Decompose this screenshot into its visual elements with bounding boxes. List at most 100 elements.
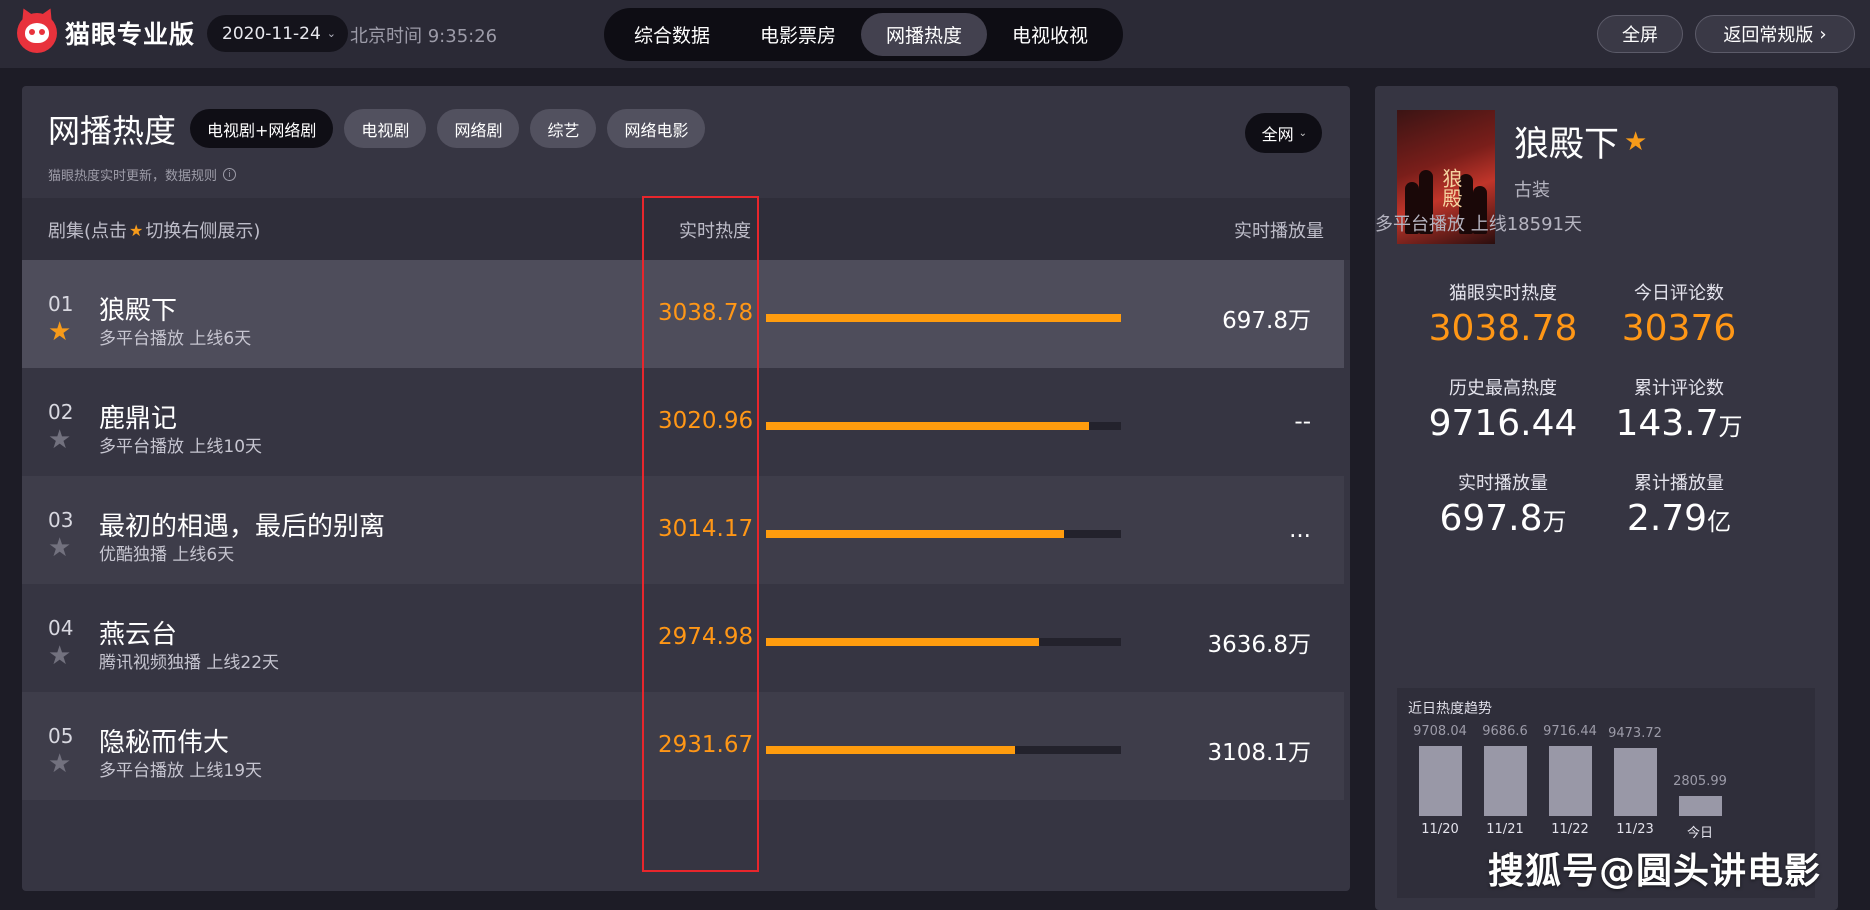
trend-bar[interactable]: [1419, 746, 1462, 816]
nav-tab-4[interactable]: 电视收视: [987, 13, 1113, 56]
col-show: 剧集(点击 ★ 切换右侧展示): [48, 217, 260, 243]
star-icon[interactable]: ★: [48, 751, 71, 777]
stat-value: 697.8万: [1403, 499, 1603, 539]
scope-value: 全网: [1261, 125, 1294, 144]
nav-tab-1[interactable]: 综合数据: [609, 13, 735, 56]
col-plays[interactable]: 实时播放量: [1234, 217, 1324, 243]
star-icon[interactable]: ★: [48, 427, 71, 453]
stat-label: 猫眼实时热度: [1449, 283, 1557, 304]
table-row[interactable]: 04 ★ 燕云台腾讯视频独播 上线22天 2974.98 3636.8万: [22, 584, 1344, 692]
back-to-standard-button[interactable]: 返回常规版 ›: [1695, 15, 1855, 53]
table-row[interactable]: 02 ★ 鹿鼎记 多平台播放 上线10天 3020.96 --: [22, 368, 1344, 476]
app-logo[interactable]: 猫眼专业版: [17, 13, 195, 53]
watermark: 搜狐号@圆头讲电影: [1488, 851, 1822, 892]
filter-chip[interactable]: 网络剧: [437, 109, 520, 148]
nav-tab-3[interactable]: 网播热度: [861, 13, 988, 56]
show-subtitle: 多平台播放 上线10天: [99, 437, 263, 457]
show-name: 燕云台: [99, 620, 178, 650]
stat-block: 历史最高热度 9716.44: [1403, 374, 1603, 444]
filter-chip[interactable]: 电视剧+网络剧: [190, 109, 334, 148]
heat-bar-track: [766, 746, 1121, 754]
table-header: 剧集(点击 ★ 切换右侧展示) 实时热度 实时播放量: [22, 198, 1350, 260]
trend-bar-date: 11/22: [1551, 822, 1589, 837]
heat-bar-fill: [766, 422, 1090, 430]
filter-chip[interactable]: 电视剧: [344, 109, 427, 148]
show-name: 隐秘而伟大: [99, 728, 230, 758]
trend-bar[interactable]: [1679, 795, 1722, 816]
stat-label: 实时播放量: [1458, 473, 1548, 494]
heat-bar-fill: [766, 638, 1040, 646]
heat-bar-fill: [766, 530, 1065, 538]
trend-bar[interactable]: [1614, 747, 1657, 816]
heat-bar-track: [766, 314, 1121, 322]
stat-value: 2.79亿: [1579, 499, 1779, 539]
show-subtitle: 腾讯视频独播 上线22天: [99, 653, 280, 673]
rank-number: 05: [48, 724, 74, 748]
star-icon[interactable]: ★: [48, 643, 71, 669]
show-subtitle: 多平台播放 上线6天: [99, 329, 252, 349]
stat-number: 143.7: [1615, 403, 1719, 444]
table-row[interactable]: 05 ★ 隐秘而伟大 多平台播放 上线19天 2931.67 3108.1万: [22, 692, 1344, 800]
info-icon[interactable]: i: [223, 168, 237, 181]
rank-number: 01: [48, 292, 74, 316]
col-heat[interactable]: 实时热度: [679, 217, 751, 243]
filter-chip[interactable]: 网络电影: [607, 109, 706, 148]
chevron-right-icon: ›: [1819, 23, 1827, 45]
heat-bar-fill: [766, 746, 1015, 754]
app-name: 猫眼专业版: [65, 20, 196, 49]
detail-genre: 古装: [1514, 180, 1550, 201]
rank-number: 04: [48, 616, 74, 640]
category-filters: 电视剧+网络剧 电视剧 网络剧 综艺 网络电影: [190, 109, 706, 148]
stat-number: 697.8: [1439, 498, 1543, 539]
trend-bar[interactable]: [1484, 746, 1527, 816]
stat-value: 30376: [1579, 309, 1779, 349]
col-show-suffix: 切换右侧展示): [145, 221, 261, 242]
date-picker[interactable]: 2020-11-24 ⌄: [207, 15, 349, 52]
beijing-time: 北京时间 9:35:26: [350, 26, 498, 47]
detail-panel: 狼殿 狼殿下 ★ 古装 多平台播放 上线18591天 猫眼实时热度 3038.78…: [1375, 86, 1838, 910]
trend-title: 近日热度趋势: [1408, 701, 1492, 717]
heat-value: 2974.98: [658, 624, 754, 650]
stat-label: 历史最高热度: [1449, 378, 1557, 399]
filter-chip[interactable]: 综艺: [530, 109, 597, 148]
back-label: 返回常规版: [1723, 25, 1814, 46]
play-count: 697.8万: [1222, 308, 1311, 334]
stat-block: 累计播放量 2.79亿: [1579, 469, 1779, 539]
show-name: 鹿鼎记: [99, 404, 178, 434]
heat-bar-track: [766, 422, 1121, 430]
stat-block: 猫眼实时热度 3038.78: [1403, 279, 1603, 349]
play-count: 3636.8万: [1207, 632, 1311, 658]
star-icon: ★: [1624, 126, 1648, 157]
trend-bar[interactable]: [1549, 746, 1592, 816]
show-name: 最初的相遇，最后的别离: [99, 512, 386, 542]
stat-block: 今日评论数 30376: [1579, 279, 1779, 349]
scope-select[interactable]: 全网 ⌄: [1244, 113, 1322, 153]
play-count: --: [1294, 409, 1311, 435]
stat-number: 30376: [1621, 308, 1737, 349]
table-row[interactable]: 03 ★ 最初的相遇，最后的别离 优酷独播 上线6天 3014.17...: [22, 476, 1344, 584]
update-note: 猫眼热度实时更新，数据规则 i: [48, 165, 237, 184]
nav-tab-2[interactable]: 电影票房: [735, 13, 861, 56]
trend-bar-date: 11/21: [1486, 822, 1524, 837]
fullscreen-button[interactable]: 全屏: [1597, 15, 1683, 53]
play-count: ...: [1289, 517, 1311, 543]
star-icon[interactable]: ★: [48, 535, 71, 561]
heat-value: 3014.17: [658, 516, 754, 542]
stat-number: 3038.78: [1428, 308, 1578, 349]
top-bar: 猫眼专业版 2020-11-24 ⌄ 北京时间 9:35:26 综合数据 电影票房…: [0, 0, 1870, 68]
detail-name: 狼殿下: [1514, 125, 1620, 165]
stat-value: 9716.44: [1403, 404, 1603, 444]
stat-label: 累计播放量: [1634, 473, 1724, 494]
table-row[interactable]: 01 ★ 狼殿下 多平台播放 上线6天 3038.78 697.8万: [22, 260, 1344, 368]
page-title: 网播热度: [48, 112, 177, 150]
heat-value: 2931.67: [658, 732, 754, 758]
ranking-panel: 网播热度 电视剧+网络剧 电视剧 网络剧 综艺 网络电影 全网 ⌄ 猫眼热度实时更新，数…: [22, 86, 1350, 891]
stat-label: 累计评论数: [1634, 378, 1724, 399]
trend-bar-date: 11/20: [1421, 822, 1459, 837]
play-count: 3108.1万: [1207, 740, 1311, 766]
heat-bar-track: [766, 638, 1121, 646]
star-icon[interactable]: ★: [48, 319, 71, 345]
stat-unit: 万: [1718, 413, 1743, 441]
show-subtitle: 优酷独播 上线6天: [99, 545, 235, 565]
trend-bar-value: 2805.99: [1673, 773, 1727, 789]
